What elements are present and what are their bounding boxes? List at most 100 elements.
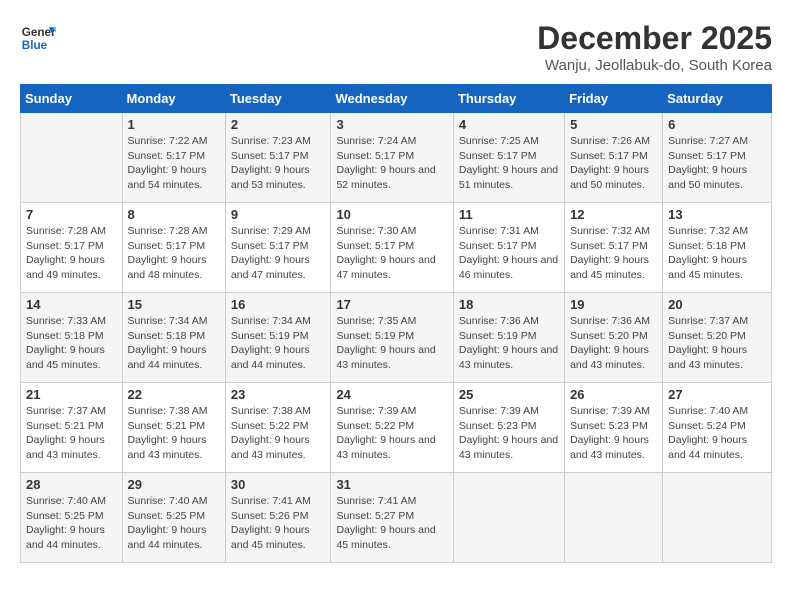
calendar-cell: 11 Sunrise: 7:31 AM Sunset: 5:17 PM Dayli… [453, 203, 564, 293]
day-info: Sunrise: 7:32 AM Sunset: 5:17 PM Dayligh… [570, 224, 657, 283]
page-header: General Blue December 2025 Wanju, Jeolla… [20, 20, 772, 74]
day-number: 12 [570, 207, 657, 222]
calendar-cell: 19 Sunrise: 7:36 AM Sunset: 5:20 PM Dayli… [565, 293, 663, 383]
day-number: 23 [231, 387, 326, 402]
day-info: Sunrise: 7:37 AM Sunset: 5:20 PM Dayligh… [668, 314, 766, 373]
day-info: Sunrise: 7:28 AM Sunset: 5:17 PM Dayligh… [128, 224, 220, 283]
calendar-header-row: SundayMondayTuesdayWednesdayThursdayFrid… [21, 85, 772, 113]
day-number: 15 [128, 297, 220, 312]
day-number: 13 [668, 207, 766, 222]
day-info: Sunrise: 7:23 AM Sunset: 5:17 PM Dayligh… [231, 134, 326, 193]
calendar-cell: 15 Sunrise: 7:34 AM Sunset: 5:18 PM Dayli… [122, 293, 225, 383]
day-info: Sunrise: 7:29 AM Sunset: 5:17 PM Dayligh… [231, 224, 326, 283]
day-number: 2 [231, 117, 326, 132]
day-number: 27 [668, 387, 766, 402]
day-number: 20 [668, 297, 766, 312]
day-info: Sunrise: 7:39 AM Sunset: 5:23 PM Dayligh… [459, 404, 559, 463]
week-row-1: 1 Sunrise: 7:22 AM Sunset: 5:17 PM Daylig… [21, 113, 772, 203]
day-info: Sunrise: 7:22 AM Sunset: 5:17 PM Dayligh… [128, 134, 220, 193]
day-info: Sunrise: 7:40 AM Sunset: 5:25 PM Dayligh… [128, 494, 220, 553]
calendar-cell: 17 Sunrise: 7:35 AM Sunset: 5:19 PM Dayli… [331, 293, 453, 383]
week-row-4: 21Sunrise: 7:37 AM Sunset: 5:21 PM Dayli… [21, 383, 772, 473]
day-info: Sunrise: 7:41 AM Sunset: 5:27 PM Dayligh… [336, 494, 447, 553]
day-info: Sunrise: 7:40 AM Sunset: 5:24 PM Dayligh… [668, 404, 766, 463]
calendar-cell: 5 Sunrise: 7:26 AM Sunset: 5:17 PM Daylig… [565, 113, 663, 203]
header-thursday: Thursday [453, 85, 564, 113]
logo-icon: General Blue [20, 20, 56, 56]
day-info: Sunrise: 7:30 AM Sunset: 5:17 PM Dayligh… [336, 224, 447, 283]
calendar-cell: 28Sunrise: 7:40 AM Sunset: 5:25 PM Dayli… [21, 473, 123, 563]
calendar-cell: 8 Sunrise: 7:28 AM Sunset: 5:17 PM Daylig… [122, 203, 225, 293]
day-info: Sunrise: 7:41 AM Sunset: 5:26 PM Dayligh… [231, 494, 326, 553]
day-info: Sunrise: 7:28 AM Sunset: 5:17 PM Dayligh… [26, 224, 117, 283]
calendar-table: SundayMondayTuesdayWednesdayThursdayFrid… [20, 84, 772, 563]
day-info: Sunrise: 7:31 AM Sunset: 5:17 PM Dayligh… [459, 224, 559, 283]
svg-text:Blue: Blue [22, 39, 48, 52]
logo: General Blue [20, 20, 56, 56]
week-row-5: 28 Sunrise: 7:40 AM Sunset: 5:25 PM Dayli… [21, 473, 772, 563]
day-number: 10 [336, 207, 447, 222]
day-number: 24 [336, 387, 447, 402]
calendar-cell: 30 Sunrise: 7:41 AM Sunset: 5:26 PM Dayli… [225, 473, 331, 563]
calendar-cell [565, 473, 663, 563]
day-number: 9 [231, 207, 326, 222]
day-number: 11 [459, 207, 559, 222]
calendar-cell: 3 Sunrise: 7:24 AM Sunset: 5:17 PM Daylig… [331, 113, 453, 203]
day-info: Sunrise: 7:26 AM Sunset: 5:17 PM Dayligh… [570, 134, 657, 193]
day-info: Sunrise: 7:38 AM Sunset: 5:22 PM Dayligh… [231, 404, 326, 463]
calendar-cell: 23 Sunrise: 7:38 AM Sunset: 5:22 PM Dayli… [225, 383, 331, 473]
day-info: Sunrise: 7:34 AM Sunset: 5:18 PM Dayligh… [128, 314, 220, 373]
calendar-cell: 26 Sunrise: 7:39 AM Sunset: 5:23 PM Dayli… [565, 383, 663, 473]
day-info: Sunrise: 7:34 AM Sunset: 5:19 PM Dayligh… [231, 314, 326, 373]
day-info: Sunrise: 7:38 AM Sunset: 5:21 PM Dayligh… [128, 404, 220, 463]
day-number: 3 [336, 117, 447, 132]
day-number: 5 [570, 117, 657, 132]
day-number: 16 [231, 297, 326, 312]
day-number: 30 [231, 477, 326, 492]
location: Wanju, Jeollabuk-do, South Korea [537, 57, 772, 74]
calendar-cell [21, 113, 123, 203]
header-wednesday: Wednesday [331, 85, 453, 113]
week-row-2: 7 Sunrise: 7:28 AM Sunset: 5:17 PM Daylig… [21, 203, 772, 293]
month-title: December 2025 [537, 20, 772, 57]
day-info: Sunrise: 7:27 AM Sunset: 5:17 PM Dayligh… [668, 134, 766, 193]
calendar-cell [453, 473, 564, 563]
calendar-cell: 25 Sunrise: 7:39 AM Sunset: 5:23 PM Dayli… [453, 383, 564, 473]
day-info: Sunrise: 7:39 AM Sunset: 5:23 PM Dayligh… [570, 404, 657, 463]
calendar-cell: 6 Sunrise: 7:27 AM Sunset: 5:17 PM Daylig… [663, 113, 772, 203]
day-number: 26 [570, 387, 657, 402]
day-number: 8 [128, 207, 220, 222]
calendar-cell: 13 Sunrise: 7:32 AM Sunset: 5:18 PM Dayli… [663, 203, 772, 293]
header-monday: Monday [122, 85, 225, 113]
calendar-cell: 10 Sunrise: 7:30 AM Sunset: 5:17 PM Dayli… [331, 203, 453, 293]
day-number: 25 [459, 387, 559, 402]
calendar-cell: 24Sunrise: 7:39 AM Sunset: 5:22 PM Dayli… [331, 383, 453, 473]
calendar-cell [663, 473, 772, 563]
calendar-cell: 20 Sunrise: 7:37 AM Sunset: 5:20 PM Dayli… [663, 293, 772, 383]
day-info: Sunrise: 7:36 AM Sunset: 5:20 PM Dayligh… [570, 314, 657, 373]
day-number: 17 [336, 297, 447, 312]
calendar-cell: 4Sunrise: 7:25 AM Sunset: 5:17 PM Daylig… [453, 113, 564, 203]
day-number: 7 [26, 207, 117, 222]
day-number: 1 [128, 117, 220, 132]
day-info: Sunrise: 7:37 AM Sunset: 5:21 PM Dayligh… [26, 404, 117, 463]
header-friday: Friday [565, 85, 663, 113]
calendar-cell: 14 Sunrise: 7:33 AM Sunset: 5:18 PM Dayli… [21, 293, 123, 383]
calendar-cell: 29Sunrise: 7:40 AM Sunset: 5:25 PM Dayli… [122, 473, 225, 563]
calendar-cell: 22Sunrise: 7:38 AM Sunset: 5:21 PM Dayli… [122, 383, 225, 473]
calendar-cell: 2 Sunrise: 7:23 AM Sunset: 5:17 PM Daylig… [225, 113, 331, 203]
title-block: December 2025 Wanju, Jeollabuk-do, South… [537, 20, 772, 74]
day-info: Sunrise: 7:33 AM Sunset: 5:18 PM Dayligh… [26, 314, 117, 373]
calendar-cell: 12 Sunrise: 7:32 AM Sunset: 5:17 PM Dayli… [565, 203, 663, 293]
day-info: Sunrise: 7:32 AM Sunset: 5:18 PM Dayligh… [668, 224, 766, 283]
day-number: 14 [26, 297, 117, 312]
day-number: 28 [26, 477, 117, 492]
calendar-cell: 27 Sunrise: 7:40 AM Sunset: 5:24 PM Dayli… [663, 383, 772, 473]
day-number: 19 [570, 297, 657, 312]
day-info: Sunrise: 7:35 AM Sunset: 5:19 PM Dayligh… [336, 314, 447, 373]
day-number: 31 [336, 477, 447, 492]
day-number: 6 [668, 117, 766, 132]
calendar-cell: 31 Sunrise: 7:41 AM Sunset: 5:27 PM Dayli… [331, 473, 453, 563]
header-saturday: Saturday [663, 85, 772, 113]
day-info: Sunrise: 7:24 AM Sunset: 5:17 PM Dayligh… [336, 134, 447, 193]
